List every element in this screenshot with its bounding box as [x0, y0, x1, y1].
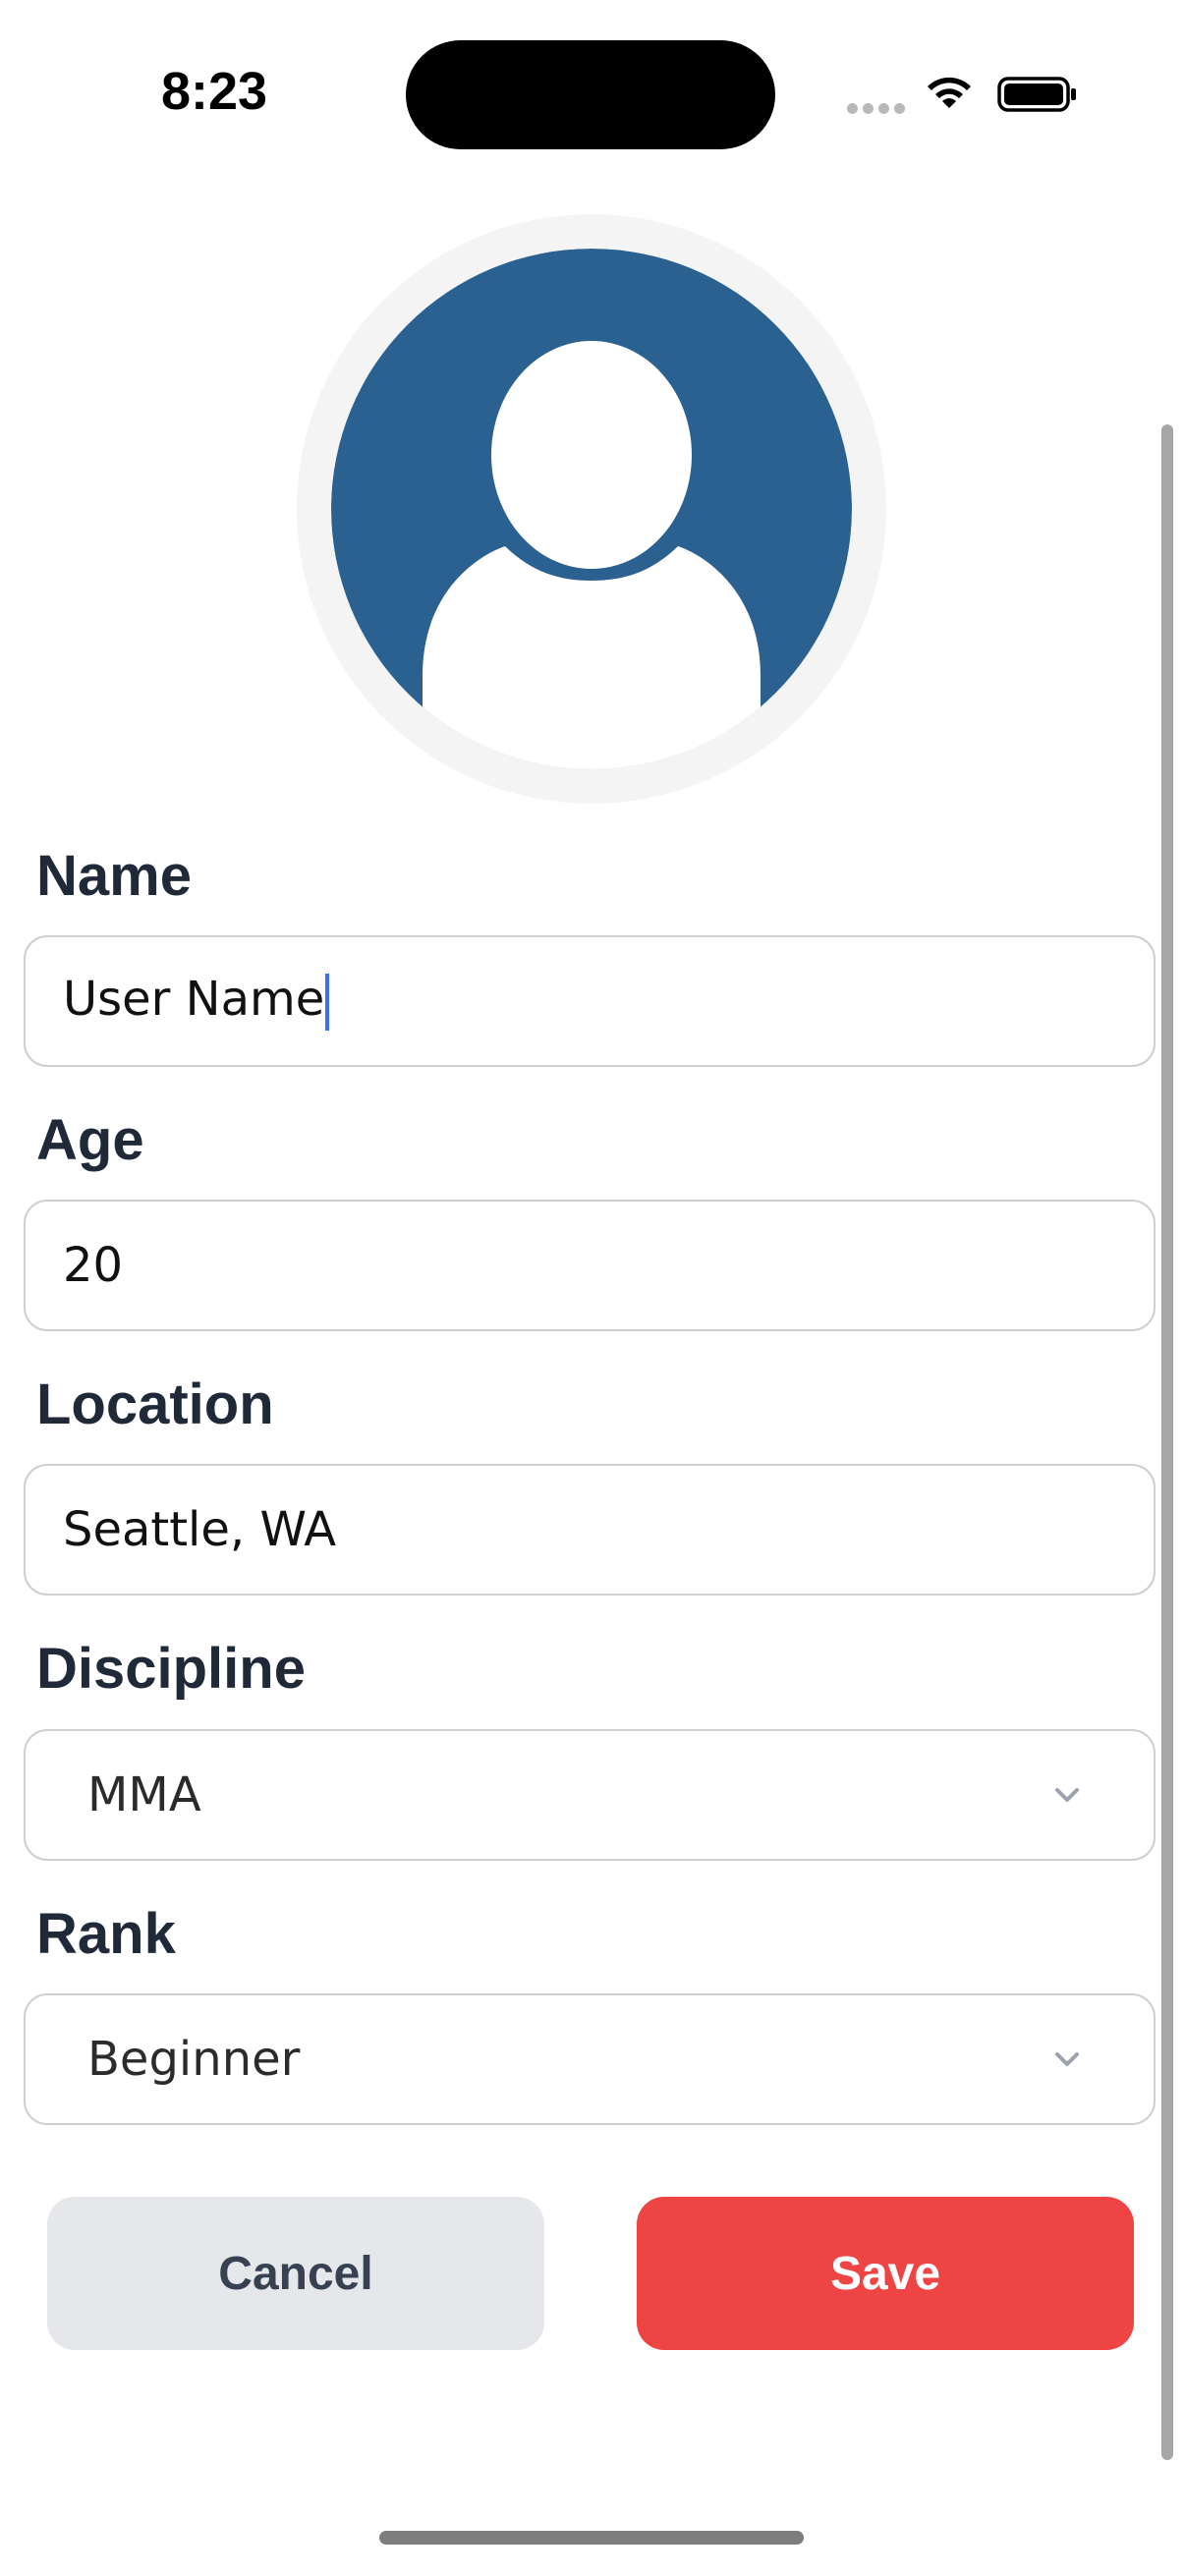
- rank-select[interactable]: Beginner: [24, 1993, 1156, 2125]
- chevron-down-icon: [1055, 2052, 1079, 2066]
- dynamic-island: [406, 40, 775, 149]
- name-label: Name: [36, 844, 192, 908]
- age-input[interactable]: 20: [24, 1200, 1156, 1331]
- location-label: Location: [36, 1372, 274, 1436]
- chevron-down-icon: [1055, 1788, 1079, 1802]
- location-value: Seattle, WA: [63, 1502, 337, 1557]
- wifi-icon: [928, 77, 971, 108]
- location-input[interactable]: Seattle, WA: [24, 1464, 1156, 1596]
- name-input[interactable]: User Name: [24, 935, 1156, 1067]
- discipline-select[interactable]: MMA: [24, 1729, 1156, 1861]
- save-button[interactable]: Save: [637, 2197, 1134, 2350]
- age-value: 20: [63, 1238, 124, 1293]
- text-caret: [325, 974, 330, 1031]
- cellular-icon: [847, 103, 905, 114]
- name-value: User Name: [26, 972, 330, 1031]
- rank-label: Rank: [36, 1902, 176, 1966]
- battery-icon: [997, 77, 1076, 112]
- cancel-button[interactable]: Cancel: [47, 2197, 544, 2350]
- rank-value: Beginner: [87, 2032, 301, 2087]
- avatar[interactable]: [297, 214, 886, 804]
- scrollbar[interactable]: [1161, 424, 1173, 2460]
- status-time: 8:23: [161, 62, 268, 121]
- home-indicator[interactable]: [379, 2531, 804, 2545]
- discipline-label: Discipline: [36, 1637, 306, 1701]
- age-label: Age: [36, 1108, 144, 1172]
- discipline-value: MMA: [87, 1767, 201, 1822]
